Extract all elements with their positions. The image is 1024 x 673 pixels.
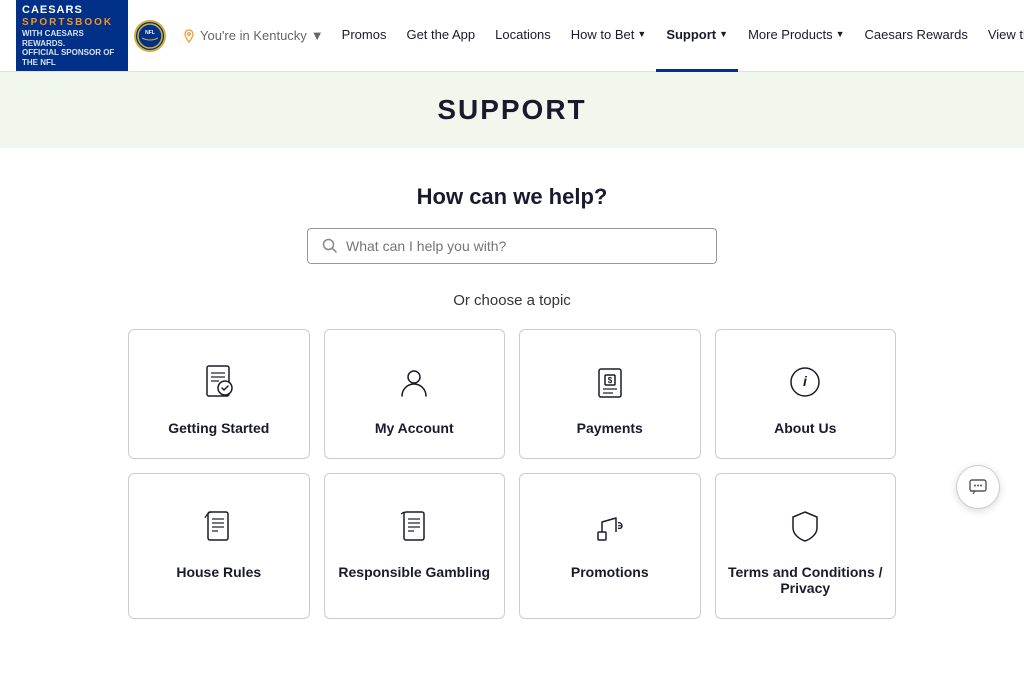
nav-support[interactable]: Support ▼ (656, 0, 738, 72)
more-products-caret: ▼ (836, 29, 845, 39)
nav-caesars-rewards[interactable]: Caesars Rewards (855, 0, 978, 72)
main-content: How can we help? Or choose a topic Getti… (112, 148, 912, 673)
topic-my-account[interactable]: My Account (324, 329, 506, 459)
topic-responsible-gambling[interactable]: Responsible Gambling (324, 473, 506, 619)
getting-started-label: Getting Started (168, 420, 269, 436)
my-account-icon (390, 358, 438, 406)
svg-text:$: $ (608, 376, 613, 385)
chat-button[interactable] (956, 465, 1000, 509)
caesars-logo: CAESARS SPORTSBOOK WITH CAESARS REWARDS.… (16, 0, 128, 71)
topic-getting-started[interactable]: Getting Started (128, 329, 310, 459)
topic-grid-row1: Getting Started My Account $ (128, 329, 896, 459)
promotions-icon (586, 502, 634, 550)
getting-started-icon (195, 358, 243, 406)
nav-links: Promos Get the App Locations How to Bet … (332, 0, 1024, 72)
chat-icon (968, 477, 988, 497)
location-indicator[interactable]: You're in Kentucky ▼ (182, 28, 324, 43)
support-header: SUPPORT (0, 72, 1024, 148)
about-us-label: About Us (774, 420, 836, 436)
nav-more-products[interactable]: More Products ▼ (738, 0, 854, 72)
navbar: CAESARS SPORTSBOOK WITH CAESARS REWARDS.… (0, 0, 1024, 72)
topic-grid-row2: House Rules Responsible Gambling (128, 473, 896, 619)
topic-label: Or choose a topic (128, 292, 896, 309)
responsible-gambling-label: Responsible Gambling (338, 564, 490, 580)
search-input[interactable] (346, 238, 702, 254)
responsible-gambling-icon (390, 502, 438, 550)
search-container[interactable] (307, 228, 717, 264)
location-caret: ▼ (311, 28, 324, 43)
terms-privacy-icon (781, 502, 829, 550)
brand-logo[interactable]: CAESARS SPORTSBOOK WITH CAESARS REWARDS.… (16, 0, 166, 71)
about-us-icon: i (781, 358, 829, 406)
terms-privacy-label: Terms and Conditions / Privacy (728, 564, 884, 596)
payments-label: Payments (577, 420, 643, 436)
nfl-badge: NFL (134, 20, 166, 52)
support-title: SUPPORT (0, 94, 1024, 126)
nav-view-odds[interactable]: View the Odds (978, 0, 1024, 72)
nav-how-to-bet[interactable]: How to Bet ▼ (561, 0, 657, 72)
topic-terms-privacy[interactable]: Terms and Conditions / Privacy (715, 473, 897, 619)
search-icon (322, 238, 338, 254)
svg-text:i: i (803, 373, 808, 389)
support-caret: ▼ (719, 29, 728, 39)
promotions-label: Promotions (571, 564, 649, 580)
nav-get-app[interactable]: Get the App (396, 0, 485, 72)
topic-promotions[interactable]: Promotions (519, 473, 701, 619)
house-rules-icon (195, 502, 243, 550)
house-rules-label: House Rules (176, 564, 261, 580)
nav-promos[interactable]: Promos (332, 0, 397, 72)
topic-payments[interactable]: $ Payments (519, 329, 701, 459)
topic-house-rules[interactable]: House Rules (128, 473, 310, 619)
svg-text:NFL: NFL (145, 30, 155, 36)
how-to-bet-caret: ▼ (637, 29, 646, 39)
nav-locations[interactable]: Locations (485, 0, 561, 72)
help-title: How can we help? (128, 184, 896, 210)
my-account-label: My Account (375, 420, 454, 436)
topic-about-us[interactable]: i About Us (715, 329, 897, 459)
payments-icon: $ (586, 358, 634, 406)
